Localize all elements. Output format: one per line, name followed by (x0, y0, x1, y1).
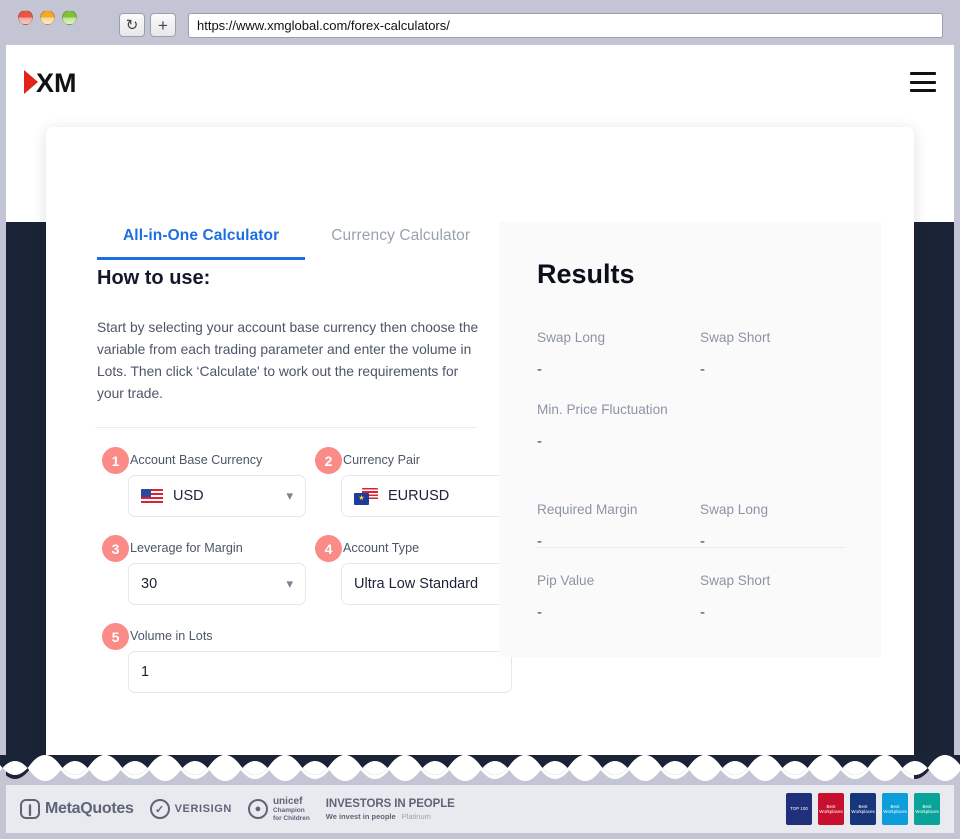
result-value: - (700, 604, 705, 621)
partner-name: MetaQuotes (45, 800, 134, 817)
hamburger-menu-icon[interactable] (910, 72, 936, 92)
result-value: - (537, 433, 542, 450)
partner-name: VERISIGN (174, 803, 232, 815)
page-viewport: XM All-in-One Calculator Currency Calcul… (6, 45, 954, 794)
tab-all-in-one-calculator[interactable]: All-in-One Calculator (97, 227, 306, 260)
step-badge-4: 4 (315, 535, 342, 562)
site-footer: ❙ MetaQuotes ✓ VERISIGN ● unicef Champio… (6, 785, 954, 833)
result-label: Min. Price Fluctuation (537, 402, 668, 417)
how-to-use-text: Start by selecting your account base cur… (97, 320, 479, 401)
partner-name: unicef (272, 795, 303, 807)
result-label: Required Margin (537, 502, 638, 517)
input-value: 1 (141, 664, 150, 680)
how-to-use-title: How to use: (97, 267, 211, 289)
award-badge[interactable]: Best Workplaces (818, 793, 844, 825)
result-label: Pip Value (537, 573, 595, 588)
selected-value: USD (173, 488, 204, 504)
leverage-select[interactable]: 30 ▾ (128, 563, 306, 605)
partner-sub2: Platinum (401, 811, 431, 821)
calculator-tabs: All-in-One Calculator Currency Calculato… (97, 227, 496, 260)
metaquotes-icon: ❙ (20, 799, 40, 819)
result-swap-long: Swap Long - (537, 330, 605, 378)
partner-metaquotes[interactable]: ❙ MetaQuotes (20, 799, 134, 819)
award-badges: TOP 100 Best Workplaces Best Workplaces … (786, 793, 940, 825)
field-label: Leverage for Margin (130, 541, 243, 555)
xm-logo[interactable]: XM (22, 67, 92, 98)
step-badge-1: 1 (102, 447, 129, 474)
partner-verisign[interactable]: ✓ VERISIGN (149, 799, 232, 819)
tab-currency-calculator[interactable]: Currency Calculator (305, 227, 496, 260)
award-badge-label: TOP 100 (790, 806, 808, 812)
partner-investors-in-people[interactable]: INVESTORS IN PEOPLE We invest in people … (326, 797, 455, 821)
calculator-card: All-in-One Calculator Currency Calculato… (46, 127, 914, 794)
url-text: https://www.xmglobal.com/forex-calculato… (197, 18, 450, 33)
form-divider (95, 427, 477, 428)
url-input[interactable]: https://www.xmglobal.com/forex-calculato… (188, 13, 943, 38)
footer-partner-logos: ❙ MetaQuotes ✓ VERISIGN ● unicef Champio… (20, 785, 455, 833)
result-swap-short-2: Swap Short - (700, 573, 770, 621)
partner-unicef[interactable]: ● unicef Champion for Children (247, 795, 310, 822)
svg-text:XM: XM (36, 68, 77, 97)
partner-sub1: We invest in people (325, 811, 396, 821)
us-flag-icon (141, 488, 163, 504)
award-badge-label: Best Workplaces (851, 803, 875, 814)
selected-value: EURUSD (388, 488, 450, 504)
results-panel: Results Swap Long - Swap Short - Min. Pr… (499, 222, 881, 657)
field-label: Currency Pair (343, 453, 420, 467)
field-label: Volume in Lots (130, 629, 213, 643)
result-required-margin: Required Margin - (537, 502, 638, 550)
result-value: - (537, 604, 542, 621)
browser-chrome: ↻ + https://www.xmglobal.com/forex-calcu… (0, 0, 960, 45)
result-min-price-fluctuation: Min. Price Fluctuation - (537, 402, 668, 450)
result-pip-value: Pip Value - (537, 573, 594, 621)
volume-in-lots-input[interactable]: 1 (128, 651, 512, 693)
close-window-button[interactable] (18, 10, 33, 25)
eurusd-flag-icon: ★ (354, 487, 378, 505)
selected-value: 30 (141, 576, 158, 592)
results-title: Results (537, 259, 635, 289)
account-base-currency-select[interactable]: USD ▾ (128, 475, 306, 517)
plus-icon[interactable]: + (150, 13, 176, 37)
minimize-window-button[interactable] (40, 10, 55, 25)
award-badge[interactable]: Best Workplaces (914, 793, 940, 825)
result-label: Swap Short (700, 330, 771, 345)
wave-divider (0, 755, 960, 787)
result-label: Swap Long (537, 330, 606, 345)
award-badge-label: Best Workplaces (883, 803, 907, 814)
site-header: XM (6, 45, 954, 123)
reload-icon[interactable]: ↻ (119, 13, 145, 37)
window-controls (18, 10, 77, 25)
result-label: Swap Short (700, 573, 771, 588)
result-label: Swap Long (700, 502, 769, 517)
award-badge-label: Best Workplaces (915, 803, 939, 814)
chevron-down-icon: ▾ (286, 576, 293, 591)
partner-name: INVESTORS IN PEOPLE (325, 798, 455, 811)
unicef-icon: ● (247, 799, 268, 819)
maximize-window-button[interactable] (62, 10, 77, 25)
account-type-select[interactable]: Ultra Low Standard ▾ (341, 563, 519, 605)
result-value: - (537, 533, 542, 550)
tab-label: All-in-One Calculator (123, 227, 280, 244)
partner-sub1: Champion (272, 807, 305, 815)
step-badge-3: 3 (102, 535, 129, 562)
award-badge[interactable]: TOP 100 (786, 793, 812, 825)
result-value: - (700, 533, 705, 550)
currency-pair-select[interactable]: ★ EURUSD ▾ (341, 475, 519, 517)
result-swap-long-2: Swap Long - (700, 502, 768, 550)
verisign-icon: ✓ (149, 799, 170, 819)
award-badge[interactable]: Best Workplaces (882, 793, 908, 825)
field-label: Account Type (343, 541, 420, 555)
result-swap-short: Swap Short - (700, 330, 770, 378)
chevron-down-icon: ▾ (286, 488, 293, 503)
tab-label: Currency Calculator (331, 227, 471, 244)
result-value: - (537, 361, 542, 378)
selected-value: Ultra Low Standard (354, 576, 479, 592)
field-label: Account Base Currency (130, 453, 263, 467)
step-badge-5: 5 (102, 623, 129, 650)
award-badge[interactable]: Best Workplaces (850, 793, 876, 825)
award-badge-label: Best Workplaces (819, 803, 843, 814)
partner-sub2: for Children (272, 814, 310, 822)
step-badge-2: 2 (315, 447, 342, 474)
result-value: - (700, 361, 705, 378)
